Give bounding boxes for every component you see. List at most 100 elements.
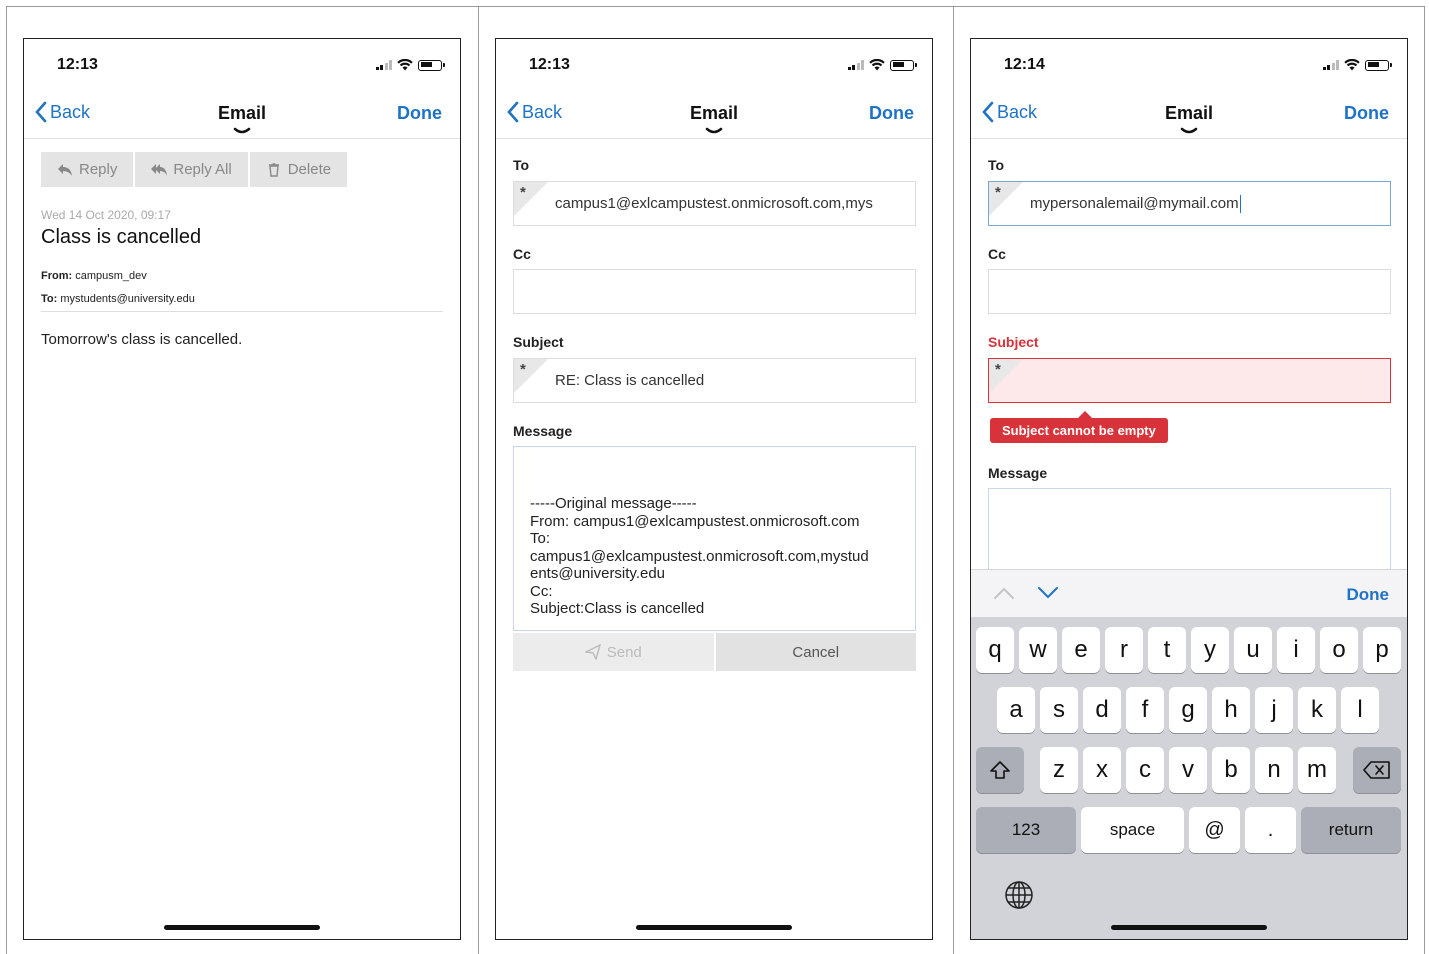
key-z[interactable]: z — [1040, 747, 1078, 793]
page-title: Email — [217, 103, 267, 123]
wifi-icon — [397, 59, 413, 71]
globe-icon[interactable] — [1003, 879, 1035, 911]
message-line: -----Original message----- — [530, 495, 697, 512]
to-field[interactable]: * mypersonalemail@mymail.com — [988, 181, 1391, 226]
to-value: campus1@exlcampustest.onmicrosoft.com,my… — [555, 195, 873, 212]
status-time: 12:14 — [1004, 56, 1045, 73]
asterisk-icon: * — [995, 184, 1001, 201]
keyboard: q w e r t y u i o p a s d f g h j k l z … — [971, 617, 1407, 939]
text-cursor — [1239, 194, 1242, 213]
asterisk-icon: * — [520, 361, 526, 378]
subject-value: RE: Class is cancelled — [555, 372, 705, 389]
key-i[interactable]: i — [1277, 627, 1315, 673]
status-bar: 12:14 — [971, 39, 1407, 91]
key-g[interactable]: g — [1169, 687, 1207, 733]
form-buttons: Send Cancel — [513, 633, 916, 671]
shift-key[interactable] — [976, 747, 1024, 793]
signal-icon — [375, 60, 392, 70]
required-marker: * — [989, 359, 1023, 393]
keyboard-done-button[interactable]: Done — [1347, 585, 1390, 605]
key-x[interactable]: x — [1083, 747, 1121, 793]
key-l[interactable]: l — [1341, 687, 1379, 733]
key-d[interactable]: d — [1083, 687, 1121, 733]
key-h[interactable]: h — [1212, 687, 1250, 733]
key-f[interactable]: f — [1126, 687, 1164, 733]
key-p[interactable]: p — [1363, 627, 1401, 673]
key-m[interactable]: m — [1298, 747, 1336, 793]
chevron-down-icon[interactable] — [1180, 127, 1198, 135]
cc-field[interactable] — [988, 269, 1391, 314]
phone-screen-reply-form: 12:13 Back Email Done To * campus1@exlca… — [495, 38, 933, 940]
chevron-up-icon[interactable] — [993, 586, 1015, 600]
key-e[interactable]: e — [1062, 627, 1100, 673]
required-marker: * — [989, 182, 1023, 216]
backspace-key[interactable] — [1353, 747, 1401, 793]
done-button[interactable]: Done — [869, 103, 914, 124]
required-marker: * — [514, 182, 548, 216]
key-o[interactable]: o — [1320, 627, 1358, 673]
done-button[interactable]: Done — [1344, 103, 1389, 124]
key-q[interactable]: q — [976, 627, 1014, 673]
key-t[interactable]: t — [1148, 627, 1186, 673]
subject-field[interactable]: * RE: Class is cancelled — [513, 358, 916, 403]
message-line: ents@university.edu — [530, 565, 666, 582]
key-a[interactable]: a — [997, 687, 1035, 733]
phone-screen-validation-error: 12:14 Back Email Done To * mypersonalema… — [970, 38, 1408, 940]
message-line: campus1@exlcampustest.onmicrosoft.com,my… — [530, 547, 869, 565]
to-field[interactable]: * campus1@exlcampustest.onmicrosoft.com,… — [513, 181, 916, 226]
key-b[interactable]: b — [1212, 747, 1250, 793]
phone-screen-email-view: 12:13 Back Email Done Reply Reply All De… — [23, 38, 461, 940]
key-v[interactable]: v — [1169, 747, 1207, 793]
key-w[interactable]: w — [1019, 627, 1057, 673]
battery-icon — [890, 59, 917, 71]
return-key[interactable]: return — [1301, 807, 1401, 853]
delete-label: Delete — [287, 161, 332, 178]
divider — [41, 311, 443, 312]
mail-to: To: mystudents@university.edu — [41, 293, 195, 305]
home-indicator[interactable] — [636, 925, 792, 930]
key-u[interactable]: u — [1234, 627, 1272, 673]
message-line: To: — [530, 530, 551, 547]
key-y[interactable]: y — [1191, 627, 1229, 673]
cc-label: Cc — [988, 246, 1006, 262]
to-value: mypersonalemail@mymail.com — [1030, 195, 1239, 212]
message-field[interactable] — [988, 488, 1391, 578]
from-value: campusm_dev — [75, 270, 147, 282]
home-indicator[interactable] — [1111, 925, 1267, 930]
send-button[interactable]: Send — [513, 633, 716, 671]
cancel-button[interactable]: Cancel — [715, 633, 916, 671]
key-dot[interactable]: . — [1245, 807, 1296, 853]
key-at[interactable]: @ — [1189, 807, 1240, 853]
done-button[interactable]: Done — [397, 103, 442, 124]
page-title: Email — [1164, 103, 1214, 123]
key-j[interactable]: j — [1255, 687, 1293, 733]
message-field[interactable]: -----Original message----- From: campus1… — [513, 446, 916, 631]
shift-icon — [990, 761, 1010, 779]
reply-all-icon — [151, 163, 168, 176]
home-indicator[interactable] — [164, 925, 320, 930]
key-c[interactable]: c — [1126, 747, 1164, 793]
chevron-down-icon[interactable] — [1037, 586, 1059, 600]
delete-button[interactable]: Delete — [249, 152, 350, 187]
from-label: From: — [41, 270, 73, 282]
to-label: To: — [41, 293, 58, 305]
nav-bar: Back Email Done — [496, 91, 932, 139]
status-time: 12:13 — [57, 56, 98, 73]
numbers-key[interactable]: 123 — [976, 807, 1076, 853]
key-k[interactable]: k — [1298, 687, 1336, 733]
key-n[interactable]: n — [1255, 747, 1293, 793]
reply-all-label: Reply All — [173, 161, 232, 178]
chevron-down-icon[interactable] — [705, 127, 723, 135]
space-key[interactable]: space — [1081, 807, 1184, 853]
reply-button[interactable]: Reply — [41, 152, 136, 187]
subject-label: Subject — [513, 334, 564, 350]
nav-bar: Back Email Done — [971, 91, 1407, 139]
mail-subject: Class is cancelled — [41, 226, 202, 248]
send-label: Send — [606, 643, 642, 661]
reply-all-button[interactable]: Reply All — [135, 152, 250, 187]
key-r[interactable]: r — [1105, 627, 1143, 673]
key-s[interactable]: s — [1040, 687, 1078, 733]
chevron-down-icon[interactable] — [233, 127, 251, 135]
subject-field[interactable]: * — [988, 358, 1391, 403]
cc-field[interactable] — [513, 269, 916, 314]
